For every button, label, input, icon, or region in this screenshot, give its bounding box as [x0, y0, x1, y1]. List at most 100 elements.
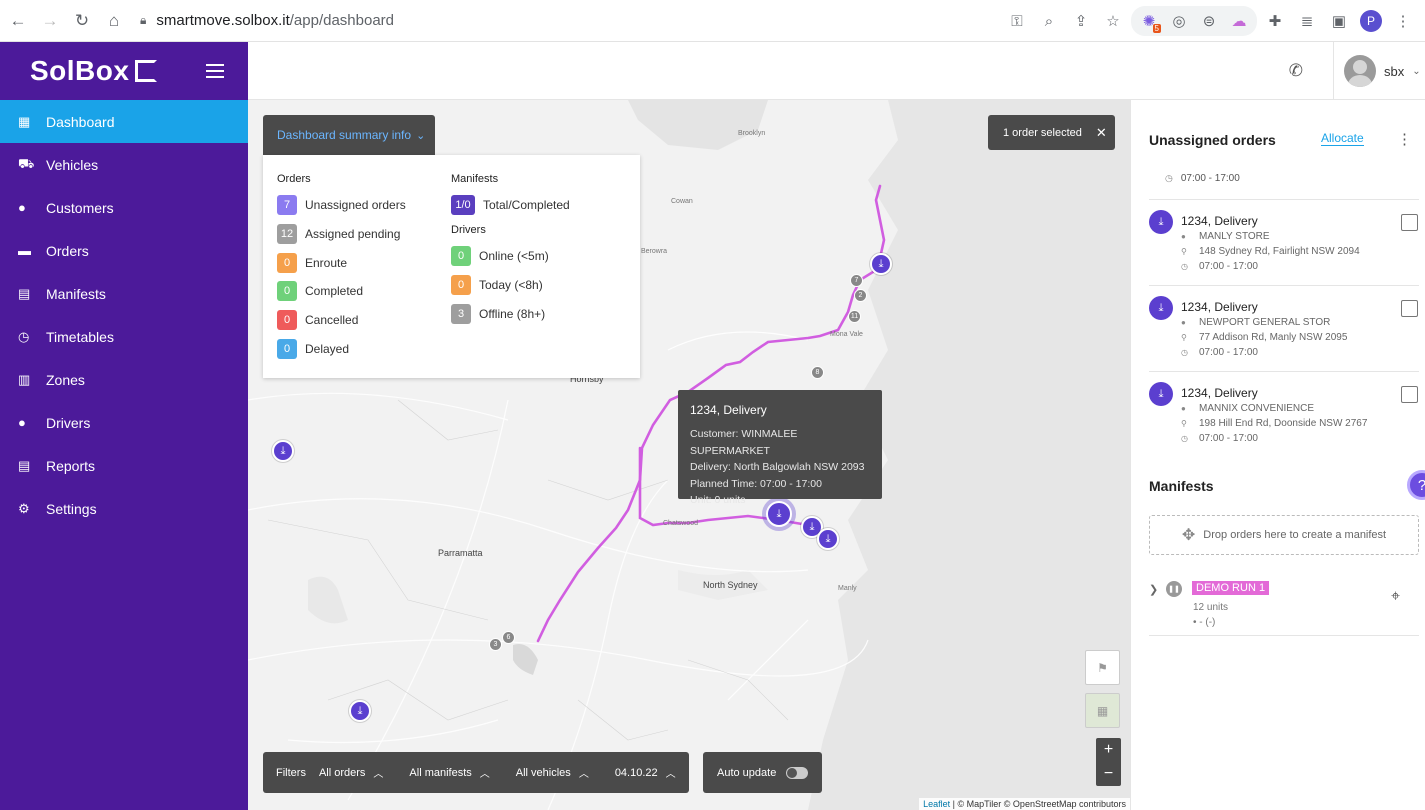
route-stop-marker[interactable]: 8 — [811, 366, 824, 379]
clock-icon: ◷ — [18, 328, 30, 344]
order-checkbox[interactable] — [1401, 300, 1418, 317]
menu-toggle-icon[interactable] — [206, 64, 224, 78]
user-name: sbx — [1384, 63, 1405, 79]
sidebar-item-drivers[interactable]: ● Drivers — [0, 401, 248, 444]
sidebar-item-customers[interactable]: ● Customers — [0, 186, 248, 229]
leaflet-link[interactable]: Leaflet — [923, 799, 950, 809]
tooltip-unit: Unit: 0 units — [690, 494, 746, 506]
sidebar-item-label: Dashboard — [46, 113, 115, 130]
sidepanel-icon[interactable]: ▣ — [1325, 7, 1353, 35]
order-pin[interactable]: ⤓ — [349, 700, 371, 722]
close-icon[interactable]: ✕ — [1096, 125, 1107, 141]
sidebar-item-label: Timetables — [46, 328, 114, 345]
map-layer-button[interactable]: ▦ — [1085, 693, 1120, 728]
person-icon: ● — [18, 200, 26, 215]
extensions-group: ✺ 5 ◎ ⊜ ☁ — [1131, 6, 1257, 36]
tooltip-customer: Customer: WINMALEE SUPERMARKET — [690, 428, 798, 457]
order-checkbox[interactable] — [1401, 386, 1418, 403]
summary-toggle-button[interactable]: Dashboard summary info ⌄ — [263, 115, 435, 155]
help-icon[interactable]: ? — [1407, 470, 1425, 500]
url-path: /app/dashboard — [289, 12, 395, 29]
allocate-link[interactable]: Allocate — [1321, 131, 1364, 146]
map[interactable]: Brooklyn Cowan Berowra Hornsby Parramatta Nor… — [248, 100, 1130, 810]
avatar — [1344, 55, 1376, 87]
home-icon[interactable]: ⌂ — [98, 5, 130, 37]
route-stop-marker[interactable]: 3 — [489, 638, 502, 651]
order-address: ⚲ 198 Hill End Rd, Doonside NSW 2767 — [1181, 418, 1368, 429]
summary-row: 12 Assigned pending — [277, 220, 451, 249]
pause-icon[interactable]: ❚❚ — [1166, 581, 1182, 597]
date-filter[interactable]: 04.10.22 ︿ — [615, 765, 676, 781]
route-stop-marker[interactable]: 2 — [854, 289, 867, 302]
playlist-icon[interactable]: ≣ — [1293, 7, 1321, 35]
back-icon[interactable]: ← — [2, 5, 34, 37]
logo-row: SolBox — [0, 42, 248, 100]
extension-badge-icon[interactable]: ✺ 5 — [1135, 7, 1163, 35]
orders-summary-title: Orders — [277, 173, 311, 185]
chevron-right-icon[interactable]: ❯ — [1149, 583, 1158, 596]
order-customer: ● MANLY STORE — [1181, 231, 1270, 242]
route-stop-marker[interactable]: 11 — [848, 310, 861, 323]
route-stop-marker[interactable]: 7 — [850, 274, 863, 287]
sidebar-item-vehicles[interactable]: ⛟ Vehicles — [0, 143, 248, 186]
sidebar-item-label: Vehicles — [46, 156, 99, 173]
forward-icon[interactable]: → — [34, 5, 66, 37]
sidebar-item-zones[interactable]: ▥ Zones — [0, 358, 248, 401]
auto-update-label: Auto update — [717, 766, 777, 779]
manifest-dropzone[interactable]: ✥ Drop orders here to create a manifest — [1149, 515, 1419, 555]
vehicles-filter[interactable]: All vehicles ︿ — [516, 765, 589, 781]
sidebar-item-dashboard[interactable]: ▦ Dashboard — [0, 100, 248, 143]
order-checkbox[interactable] — [1401, 214, 1418, 231]
key-icon[interactable]: ⚿ — [1003, 7, 1031, 35]
zoom-out-button[interactable]: − — [1096, 762, 1121, 786]
user-menu[interactable]: sbx ⌄ — [1333, 42, 1425, 100]
auto-update-bar: Auto update — [703, 752, 822, 793]
address-bar[interactable]: 🔒︎ smartmove.solbox.it/app/dashboard — [140, 12, 394, 29]
locate-icon[interactable]: ⌖ — [1391, 588, 1400, 606]
extension-icon[interactable]: ☁ — [1225, 7, 1253, 35]
share-icon[interactable]: ⇪ — [1067, 7, 1095, 35]
order-customer: ● MANNIX CONVENIENCE — [1181, 403, 1315, 414]
logo[interactable]: SolBox — [30, 55, 158, 87]
count-badge: 0 — [277, 310, 297, 331]
order-card[interactable]: ⤓ 1234, Delivery ● NEWPORT GENERAL STOR ⚲ 77 … — [1149, 285, 1419, 371]
orders-filter[interactable]: All orders ︿ — [319, 765, 383, 781]
sidebar-item-orders[interactable]: ▬ Orders — [0, 229, 248, 272]
summary-label: Today (<8h) — [479, 278, 543, 293]
order-card[interactable]: ⤓ 1234, Delivery ● MANLY STORE ⚲ 148 Sydney R… — [1149, 199, 1419, 285]
manifests-filter[interactable]: All manifests ︿ — [409, 765, 489, 781]
profile-avatar[interactable]: P — [1357, 7, 1385, 35]
sidebar-item-timetables[interactable]: ◷ Timetables — [0, 315, 248, 358]
order-pin[interactable]: ⤓ — [272, 440, 294, 462]
dashboard-icon: ▦ — [18, 113, 31, 129]
person-icon: ● — [1181, 318, 1186, 327]
star-icon[interactable]: ☆ — [1099, 7, 1127, 35]
browser-menu-icon[interactable]: ⋮ — [1389, 7, 1417, 35]
route-stop-marker[interactable]: 6 — [502, 631, 515, 644]
sidebar-item-settings[interactable]: ⚙ Settings — [0, 487, 248, 530]
order-pin[interactable]: ⤓ — [870, 253, 892, 275]
order-title: 1234, Delivery — [1181, 386, 1258, 400]
auto-update-toggle[interactable] — [786, 766, 809, 779]
order-card[interactable]: ⤓ 1234, Delivery ● MANNIX CONVENIENCE ⚲ 198 H… — [1149, 371, 1419, 457]
count-badge: 0 — [451, 275, 471, 296]
map-place-label: Cowan — [671, 198, 693, 205]
sidebar-item-reports[interactable]: ▤ Reports — [0, 444, 248, 487]
summary-label: Offline (8h+) — [479, 306, 546, 321]
summary-row: 0 Delayed — [277, 334, 451, 363]
order-pin[interactable]: ⤓ — [817, 528, 839, 550]
zoom-in-button[interactable]: + — [1096, 738, 1121, 762]
orders-summary: Orders 7 Unassigned orders 12 Assigned pend… — [277, 173, 451, 360]
manifest-row[interactable]: ❯ ❚❚ DEMO RUN 1 12 units • - (-) ⌖ — [1149, 578, 1419, 636]
sidebar-item-manifests[interactable]: ▤ Manifests — [0, 272, 248, 315]
reload-icon[interactable]: ↻ — [66, 5, 98, 37]
extension-icon[interactable]: ⊜ — [1195, 7, 1223, 35]
chevron-down-icon: ⌄ — [1412, 65, 1421, 77]
flag-layer-button[interactable]: ⚑ — [1085, 650, 1120, 685]
more-options-icon[interactable]: ⋮ — [1397, 130, 1412, 148]
phone-icon[interactable]: ✆ — [1289, 61, 1303, 81]
manifests-title: Manifests — [1149, 478, 1214, 494]
zoom-icon[interactable]: ⌕ — [1035, 7, 1063, 35]
puzzle-icon[interactable]: ✚ — [1261, 7, 1289, 35]
extension-icon[interactable]: ◎ — [1165, 7, 1193, 35]
